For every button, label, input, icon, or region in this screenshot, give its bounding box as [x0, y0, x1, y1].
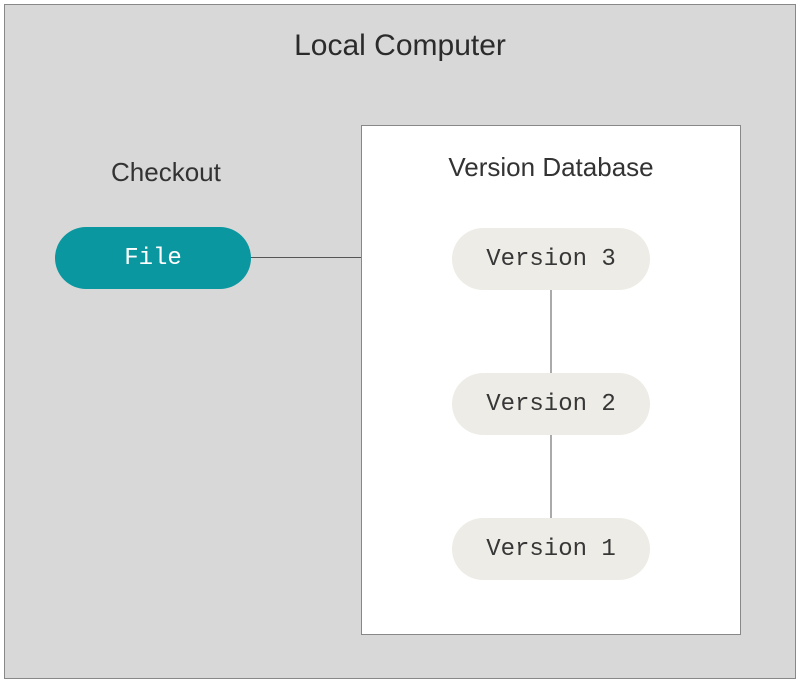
version-database-frame: Version Database Version 3 Version 2 Ver…: [361, 125, 741, 635]
checkout-label: Checkout: [111, 157, 221, 188]
file-node-label: File: [124, 245, 182, 272]
connector-v3-v2: [551, 290, 552, 373]
version-node-label: Version 3: [486, 246, 616, 273]
version-database-title: Version Database: [362, 152, 740, 183]
local-computer-frame: Local Computer Checkout File Version Dat…: [4, 4, 796, 679]
version-node-label: Version 1: [486, 536, 616, 563]
version-node-2: Version 2: [452, 373, 650, 435]
local-computer-title: Local Computer: [5, 29, 795, 63]
file-node: File: [55, 227, 251, 289]
connector-v2-v1: [551, 435, 552, 518]
version-node-1: Version 1: [452, 518, 650, 580]
version-node-3: Version 3: [452, 228, 650, 290]
version-node-label: Version 2: [486, 391, 616, 418]
